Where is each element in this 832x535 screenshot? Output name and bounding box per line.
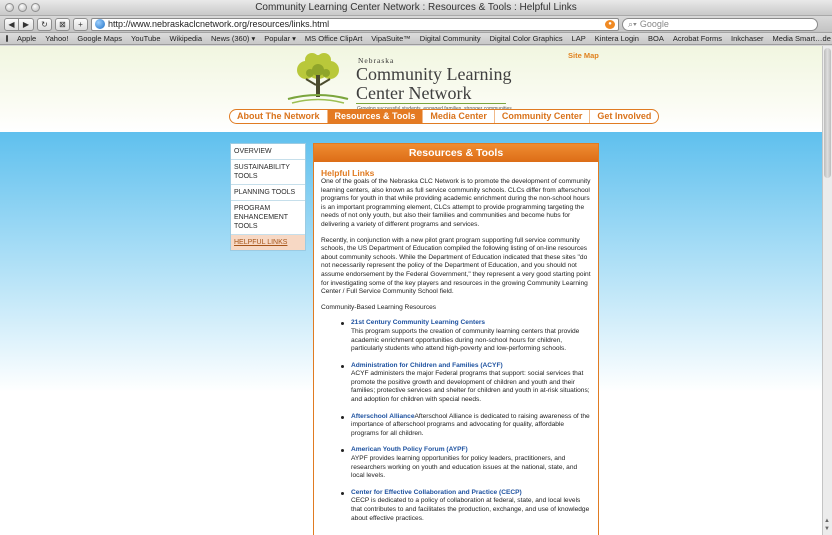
section-title: Helpful Links bbox=[321, 168, 375, 178]
scrollbar-thumb[interactable] bbox=[824, 48, 831, 178]
list-heading: Community-Based Learning Resources bbox=[321, 303, 437, 311]
browser-toolbar: ◀ ▶ ↻ ⊠ + http://www.nebraskaclcnetwork.… bbox=[0, 16, 832, 33]
bookmark-item[interactable]: BOA bbox=[648, 34, 664, 43]
bookmark-item[interactable]: Media Smart…de Contents bbox=[773, 34, 832, 43]
resource-link[interactable]: Administration for Children and Families… bbox=[351, 362, 503, 369]
zoom-window-button[interactable] bbox=[31, 3, 40, 12]
bullet-icon bbox=[341, 364, 344, 368]
window-titlebar: Community Learning Center Network : Reso… bbox=[0, 0, 832, 16]
back-arrow-icon: ◀ bbox=[8, 19, 15, 29]
nav-media-center[interactable]: Media Center bbox=[423, 110, 495, 123]
logo-title-line1: Community Learning bbox=[356, 64, 512, 84]
list-item: 21st Century Community Learning Centers … bbox=[341, 319, 591, 353]
resource-description: CECP is dedicated to a policy of collabo… bbox=[351, 497, 590, 522]
add-bookmark-button[interactable]: + bbox=[73, 17, 88, 31]
doe-paragraph: Recently, in conjunction with a new pilo… bbox=[321, 236, 591, 296]
bookmarks-bar: Apple Yahoo! Google Maps YouTube Wikiped… bbox=[0, 33, 832, 45]
window-title: Community Learning Center Network : Reso… bbox=[255, 2, 577, 13]
bookmark-item[interactable]: LAP bbox=[572, 34, 586, 43]
logo-divider bbox=[356, 103, 506, 104]
plus-icon: + bbox=[78, 19, 83, 29]
page-viewport: Nebraska Community Learning Center Netwo… bbox=[0, 46, 822, 535]
list-item: Afterschool AllianceAfterschool Alliance… bbox=[341, 413, 591, 439]
search-icon: ⌕▾ bbox=[628, 18, 637, 29]
bookmark-item[interactable]: News (360) ▾ bbox=[211, 34, 255, 43]
address-bar[interactable]: http://www.nebraskaclcnetwork.org/resour… bbox=[91, 17, 619, 31]
minimize-window-button[interactable] bbox=[18, 3, 27, 12]
site-header: Nebraska Community Learning Center Netwo… bbox=[0, 46, 822, 132]
reload-icon: ↻ bbox=[41, 19, 48, 29]
resource-link[interactable]: 21st Century Community Learning Centers bbox=[351, 319, 485, 326]
nav-about-the-network[interactable]: About The Network bbox=[230, 110, 328, 123]
snapback-icon: ⊠ bbox=[59, 19, 66, 29]
bookmark-item[interactable]: Google Maps bbox=[77, 34, 122, 43]
bookmark-item[interactable]: Wikipedia bbox=[170, 34, 203, 43]
window-controls bbox=[5, 3, 40, 12]
content-heading: Resources & Tools bbox=[314, 144, 598, 162]
bullet-icon bbox=[341, 491, 344, 495]
resource-link[interactable]: Afterschool Alliance bbox=[351, 413, 415, 420]
scroll-arrows-icon[interactable]: ▲ ▼ bbox=[824, 517, 830, 533]
bookmark-item[interactable]: Digital Community bbox=[420, 34, 481, 43]
bookmark-item[interactable]: Kintera Login bbox=[595, 34, 639, 43]
resource-description: ACYF administers the major Federal progr… bbox=[351, 370, 590, 404]
site-logo[interactable]: Nebraska Community Learning Center Netwo… bbox=[282, 51, 532, 115]
resource-link[interactable]: Center for Effective Collaboration and P… bbox=[351, 489, 522, 496]
bullet-icon bbox=[341, 415, 344, 419]
site-map-link[interactable]: Site Map bbox=[568, 51, 599, 60]
nav-community-center[interactable]: Community Center bbox=[495, 110, 591, 123]
close-window-button[interactable] bbox=[5, 3, 14, 12]
search-field[interactable]: ⌕▾ Google bbox=[622, 17, 818, 31]
bullet-icon bbox=[341, 449, 344, 453]
list-item: Center for Effective Collaboration and P… bbox=[341, 489, 591, 523]
back-button[interactable]: ◀ bbox=[4, 17, 19, 31]
sidebar-item-helpful-links[interactable]: Helpful Links bbox=[231, 235, 305, 250]
tree-logo-icon bbox=[287, 53, 349, 104]
intro-paragraph: One of the goals of the Nebraska CLC Net… bbox=[321, 178, 591, 228]
section-sidebar: Overview Sustainability Tools Planning T… bbox=[230, 143, 306, 251]
resource-link[interactable]: American Youth Policy Forum (AYPF) bbox=[351, 446, 468, 453]
bookmark-item[interactable]: MS Office ClipArt bbox=[305, 34, 362, 43]
sidebar-item-overview[interactable]: Overview bbox=[231, 144, 305, 160]
address-url: http://www.nebraskaclcnetwork.org/resour… bbox=[108, 19, 330, 29]
resource-description: This program supports the creation of co… bbox=[351, 327, 580, 353]
sidebar-item-program-enhancement-tools[interactable]: Program Enhancement Tools bbox=[231, 201, 305, 235]
nav-resources-tools[interactable]: Resources & Tools bbox=[327, 110, 424, 123]
rss-icon[interactable]: ● bbox=[605, 19, 615, 29]
page-scrollbar[interactable]: ▲ ▼ bbox=[822, 46, 832, 535]
bookmark-item[interactable]: VipaSuite™ bbox=[371, 34, 410, 43]
bookmark-item[interactable]: YouTube bbox=[131, 34, 160, 43]
bookmarks-book-icon[interactable] bbox=[6, 35, 8, 42]
logo-title-line2: Center Network bbox=[356, 83, 472, 103]
reload-button[interactable]: ↻ bbox=[37, 17, 52, 31]
bookmark-item[interactable]: Popular ▾ bbox=[264, 34, 296, 43]
globe-icon bbox=[95, 19, 105, 29]
bookmark-item[interactable]: Apple bbox=[17, 34, 36, 43]
list-item: American Youth Policy Forum (AYPF) AYPF … bbox=[341, 446, 591, 480]
snapback-button[interactable]: ⊠ bbox=[55, 17, 70, 31]
main-nav: About The Network Resources & Tools Medi… bbox=[229, 109, 660, 124]
forward-button[interactable]: ▶ bbox=[19, 17, 34, 31]
resource-description: AYPF provides learning opportunities for… bbox=[351, 455, 578, 480]
search-placeholder: Google bbox=[639, 19, 669, 29]
nav-get-involved[interactable]: Get Involved bbox=[590, 110, 658, 123]
bookmark-item[interactable]: Yahoo! bbox=[45, 34, 68, 43]
history-buttons: ◀ ▶ bbox=[4, 17, 34, 31]
bookmark-item[interactable]: Inkchaser bbox=[731, 34, 764, 43]
bookmark-item[interactable]: Digital Color Graphics bbox=[490, 34, 563, 43]
sidebar-item-planning-tools[interactable]: Planning Tools bbox=[231, 185, 305, 201]
sidebar-item-sustainability-tools[interactable]: Sustainability Tools bbox=[231, 160, 305, 185]
content-panel: Resources & Tools Helpful Links One of t… bbox=[313, 143, 599, 535]
bullet-icon bbox=[341, 322, 344, 326]
content-body: Helpful Links One of the goals of the Ne… bbox=[314, 162, 598, 523]
bookmark-item[interactable]: Acrobat Forms bbox=[673, 34, 722, 43]
forward-arrow-icon: ▶ bbox=[22, 19, 30, 29]
list-item: Administration for Children and Families… bbox=[341, 362, 591, 405]
resource-list: 21st Century Community Learning Centers … bbox=[341, 319, 591, 523]
